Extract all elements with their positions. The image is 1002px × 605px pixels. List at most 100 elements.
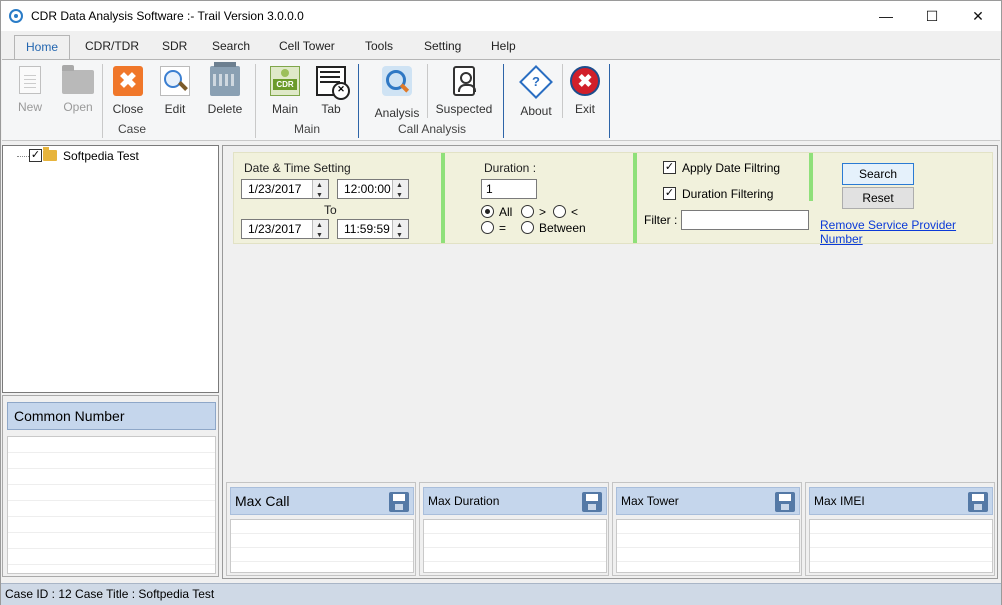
close-window-button[interactable]: ✕ bbox=[955, 1, 1001, 31]
max-tower-title: Max Tower bbox=[621, 494, 679, 508]
folder-icon bbox=[62, 65, 94, 94]
menu-tabs: Home CDR/TDR SDR Search Cell Tower Tools… bbox=[1, 31, 1001, 59]
common-number-panel: Common Number bbox=[2, 395, 219, 577]
max-call-title: Max Call bbox=[235, 493, 290, 509]
radio-greater-label: > bbox=[539, 205, 547, 219]
tab-cell-tower[interactable]: Cell Tower bbox=[268, 35, 346, 59]
duration-input[interactable]: 1 bbox=[481, 179, 537, 199]
minimize-button[interactable]: — bbox=[863, 1, 909, 31]
reset-button[interactable]: Reset bbox=[842, 187, 914, 209]
main-button[interactable]: CDR Main bbox=[262, 64, 308, 120]
remove-provider-link[interactable]: Remove Service Provider Number bbox=[820, 218, 992, 246]
tab-setting[interactable]: Setting bbox=[413, 35, 472, 59]
delete-button[interactable]: Delete bbox=[202, 62, 248, 120]
search-button[interactable]: Search bbox=[842, 163, 914, 185]
save-icon[interactable] bbox=[389, 492, 409, 512]
ribbon-divider bbox=[503, 64, 504, 138]
new-button[interactable]: New bbox=[7, 64, 53, 120]
max-imei-list[interactable] bbox=[809, 519, 993, 573]
max-call-list[interactable] bbox=[230, 519, 414, 573]
from-date-picker[interactable]: 1/23/2017 bbox=[241, 179, 329, 199]
date-time-title: Date & Time Setting bbox=[244, 161, 351, 175]
max-call-panel: Max Call bbox=[226, 482, 416, 576]
ribbon-divider bbox=[255, 64, 256, 138]
edit-button[interactable]: Edit bbox=[152, 64, 198, 120]
ribbon-divider bbox=[427, 64, 428, 118]
tab-help[interactable]: Help bbox=[480, 35, 527, 59]
analysis-button[interactable]: Analysis bbox=[372, 64, 422, 120]
radio-equal[interactable] bbox=[481, 221, 494, 234]
tab-label: Tab bbox=[321, 102, 341, 116]
tab-cdr-tdr[interactable]: CDR/TDR bbox=[74, 35, 150, 59]
from-date-value: 1/23/2017 bbox=[248, 182, 302, 196]
suspected-button[interactable]: Suspected bbox=[434, 64, 494, 120]
filter-panel: Date & Time Setting 1/23/2017 12:00:00 A… bbox=[233, 152, 993, 246]
common-number-header: Common Number bbox=[7, 402, 216, 430]
to-time-picker[interactable]: 11:59:59 PM bbox=[337, 219, 409, 239]
duration-filter-checkbox[interactable]: ✓ bbox=[663, 187, 676, 200]
about-label: About bbox=[520, 104, 552, 118]
filter-input[interactable] bbox=[681, 210, 809, 230]
exit-button[interactable]: ✖ Exit bbox=[562, 64, 608, 120]
delete-label: Delete bbox=[207, 102, 243, 116]
new-label: New bbox=[17, 100, 42, 114]
case-tree[interactable]: ✓ Softpedia Test bbox=[2, 145, 219, 393]
stats-row: Max Call Max Duration Max Tower Max IMEI bbox=[226, 482, 996, 577]
status-bar: Case ID : 12 Case Title : Softpedia Test bbox=[1, 583, 1001, 605]
max-tower-header: Max Tower bbox=[616, 487, 800, 515]
tree-node-label[interactable]: Softpedia Test bbox=[63, 149, 139, 163]
analysis-icon bbox=[382, 66, 412, 96]
to-date-value: 1/23/2017 bbox=[248, 222, 302, 236]
title-bar: CDR Data Analysis Software :- Trail Vers… bbox=[1, 1, 1001, 31]
max-imei-header: Max IMEI bbox=[809, 487, 993, 515]
max-duration-list[interactable] bbox=[423, 519, 607, 573]
duration-title: Duration : bbox=[484, 161, 537, 175]
radio-less[interactable] bbox=[553, 205, 566, 218]
radio-between[interactable] bbox=[521, 221, 534, 234]
tree-node-checkbox[interactable]: ✓ bbox=[29, 149, 42, 162]
max-tower-panel: Max Tower bbox=[612, 482, 802, 576]
radio-greater[interactable] bbox=[521, 205, 534, 218]
max-duration-title: Max Duration bbox=[428, 494, 500, 508]
spinner-arrows-icon[interactable] bbox=[392, 220, 408, 238]
to-date-picker[interactable]: 1/23/2017 bbox=[241, 219, 329, 239]
cdr-file-icon: CDR bbox=[270, 66, 300, 96]
apply-date-filter-checkbox[interactable]: ✓ bbox=[663, 161, 676, 174]
group-label-call-analysis: Call Analysis bbox=[397, 122, 467, 136]
max-imei-panel: Max IMEI bbox=[805, 482, 995, 576]
help-glyph: ? bbox=[532, 74, 540, 89]
radio-between-label: Between bbox=[539, 221, 586, 235]
tab-button[interactable]: Tab bbox=[308, 64, 354, 120]
to-label: To bbox=[324, 203, 337, 217]
suspect-id-icon bbox=[453, 66, 476, 96]
filter-divider bbox=[441, 153, 445, 243]
from-time-picker[interactable]: 12:00:00 AM bbox=[337, 179, 409, 199]
tab-home[interactable]: Home bbox=[14, 35, 71, 59]
tab-tools[interactable]: Tools bbox=[354, 35, 404, 59]
close-case-button[interactable]: ✖ Close bbox=[105, 64, 151, 120]
tab-close-icon bbox=[316, 66, 350, 100]
exit-label: Exit bbox=[574, 102, 595, 116]
open-button[interactable]: Open bbox=[55, 64, 101, 120]
save-icon[interactable] bbox=[582, 492, 602, 512]
ribbon-divider bbox=[609, 64, 610, 138]
save-icon[interactable] bbox=[968, 492, 988, 512]
about-button[interactable]: ? About bbox=[513, 64, 559, 120]
max-tower-list[interactable] bbox=[616, 519, 800, 573]
close-icon: ✖ bbox=[113, 66, 143, 96]
tab-sdr[interactable]: SDR bbox=[151, 35, 198, 59]
common-number-list[interactable] bbox=[7, 436, 216, 574]
save-icon[interactable] bbox=[775, 492, 795, 512]
tab-search[interactable]: Search bbox=[201, 35, 261, 59]
filter-divider bbox=[633, 153, 637, 243]
spinner-arrows-icon[interactable] bbox=[312, 180, 328, 198]
spinner-arrows-icon[interactable] bbox=[312, 220, 328, 238]
radio-all[interactable] bbox=[481, 205, 494, 218]
filter-label: Filter : bbox=[644, 213, 678, 227]
maximize-button[interactable]: ☐ bbox=[909, 1, 955, 31]
close-label: Close bbox=[112, 102, 144, 116]
ribbon-divider bbox=[358, 64, 359, 138]
tree-connector bbox=[17, 156, 29, 157]
suspected-label: Suspected bbox=[435, 102, 493, 116]
spinner-arrows-icon[interactable] bbox=[392, 180, 408, 198]
